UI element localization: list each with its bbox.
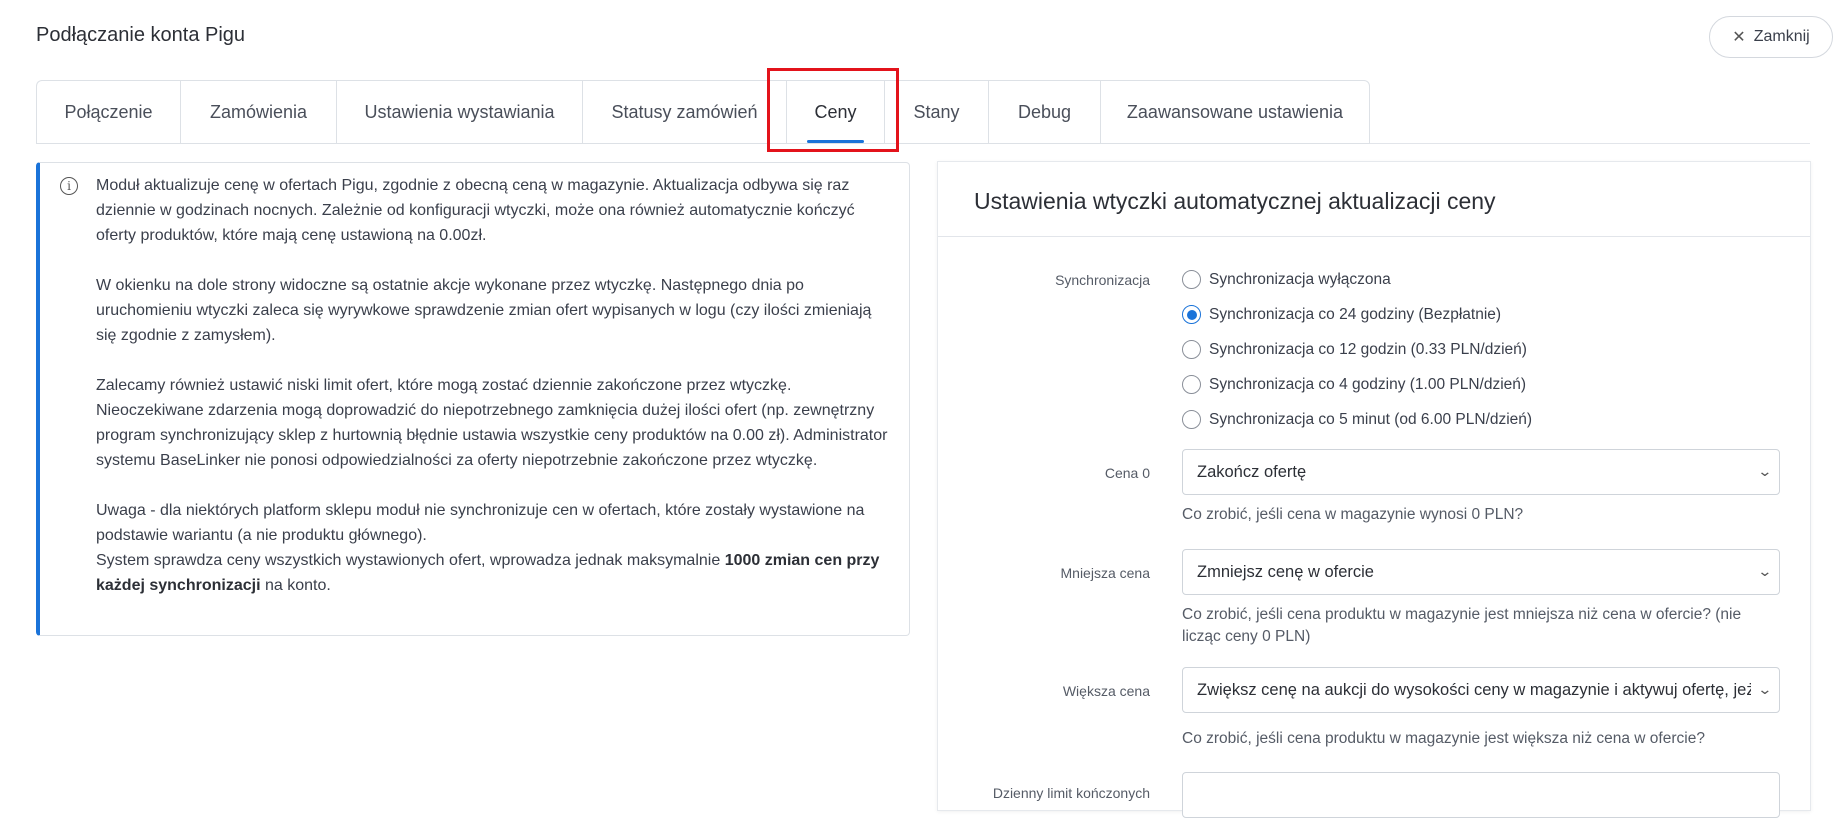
- info-box: i Moduł aktualizuje cenę w ofertach Pigu…: [36, 162, 910, 636]
- chevron-down-icon: ⌄: [1757, 463, 1773, 479]
- tab-debug[interactable]: Debug: [988, 80, 1100, 144]
- settings-title: Ustawienia wtyczki automatycznej aktuali…: [974, 188, 1496, 214]
- chevron-down-icon: ⌄: [1757, 563, 1773, 579]
- tab-ceny[interactable]: Ceny: [786, 80, 884, 144]
- tab-statusy-zamowien[interactable]: Statusy zamówień: [582, 80, 786, 144]
- radio-label: Synchronizacja wyłączona: [1209, 270, 1391, 288]
- lower-price-value: Zmniejsz cenę w ofercie: [1197, 562, 1374, 581]
- settings-divider: [938, 236, 1810, 237]
- radio-sync-5min[interactable]: Synchronizacja co 5 minut (od 6.00 PLN/d…: [1182, 410, 1532, 429]
- info-paragraph: Zalecamy również ustawić niski limit ofe…: [96, 377, 888, 469]
- daily-limit-input[interactable]: [1182, 772, 1780, 818]
- lower-price-select[interactable]: Zmniejsz cenę w ofercie ⌄: [1182, 549, 1780, 595]
- info-limit-pre: System sprawdza ceny wszystkich wystawio…: [96, 552, 725, 569]
- close-button-label: Zamknij: [1753, 28, 1810, 45]
- lower-price-label: Mniejsza cena: [1060, 565, 1151, 581]
- tab-label: Debug: [1017, 101, 1072, 122]
- radio-label: Synchronizacja co 4 godziny (1.00 PLN/dz…: [1209, 375, 1527, 393]
- tab-stany[interactable]: Stany: [884, 80, 988, 144]
- daily-limit-label: Dzienny limit kończonych: [992, 785, 1150, 801]
- page-title: Podłączanie konta Pigu: [36, 24, 246, 46]
- settings-panel: Ustawienia wtyczki automatycznej aktuali…: [937, 161, 1811, 818]
- tab-label: Zaawansowane ustawienia: [1126, 101, 1344, 122]
- info-note: Uwaga - dla niektórych platform sklepu m…: [96, 502, 865, 544]
- higher-price-value: Zwiększ cenę na aukcji do wysokości ceny…: [1197, 680, 1751, 699]
- info-paragraph: Uwaga - dla niektórych platform sklepu m…: [96, 498, 896, 598]
- tab-bar: Połączenie Zamówienia Ustawienia wystawi…: [36, 80, 1370, 144]
- info-limit-post: na konto.: [260, 577, 331, 594]
- lower-price-help: Co zrobić, jeśli cena produktu w magazyn…: [1182, 606, 1742, 645]
- radio-sync-24h[interactable]: Synchronizacja co 24 godziny (Bezpłatnie…: [1182, 305, 1501, 324]
- price0-select[interactable]: Zakończ ofertę ⌄: [1182, 449, 1780, 495]
- radio-label: Synchronizacja co 12 godzin (0.33 PLN/dz…: [1209, 340, 1527, 358]
- info-paragraph: W okienku na dole strony widoczne są ost…: [96, 277, 872, 344]
- tab-label: Stany: [913, 101, 960, 122]
- tab-label: Ustawienia wystawiania: [364, 101, 555, 122]
- tab-polaczenie[interactable]: Połączenie: [36, 80, 180, 144]
- radio-button[interactable]: [1182, 375, 1201, 394]
- radio-button[interactable]: [1182, 305, 1201, 324]
- info-icon: i: [60, 177, 78, 195]
- info-text: Moduł aktualizuje cenę w ofertach Pigu, …: [96, 173, 896, 598]
- radio-button[interactable]: [1182, 410, 1201, 429]
- close-button[interactable]: ✕ Zamknij: [1709, 16, 1833, 58]
- higher-price-label: Większa cena: [1062, 683, 1150, 699]
- tab-label: Statusy zamówień: [611, 101, 758, 122]
- tab-ustawienia-wystawiania[interactable]: Ustawienia wystawiania: [336, 80, 582, 144]
- tab-zaawansowane-ustawienia[interactable]: Zaawansowane ustawienia: [1100, 80, 1370, 144]
- tab-zamowienia[interactable]: Zamówienia: [180, 80, 336, 144]
- price0-value: Zakończ ofertę: [1197, 462, 1307, 481]
- tab-label: Połączenie: [64, 101, 153, 122]
- tab-label: Ceny: [814, 101, 857, 122]
- info-paragraph: Moduł aktualizuje cenę w ofertach Pigu, …: [96, 177, 855, 244]
- close-icon: ✕: [1732, 29, 1746, 46]
- radio-label: Synchronizacja co 24 godziny (Bezpłatnie…: [1209, 305, 1502, 323]
- sync-label: Synchronizacja: [1055, 272, 1150, 288]
- higher-price-select[interactable]: Zwiększ cenę na aukcji do wysokości ceny…: [1182, 667, 1780, 713]
- chevron-down-icon: ⌄: [1757, 681, 1773, 697]
- radio-sync-off[interactable]: Synchronizacja wyłączona: [1182, 270, 1391, 289]
- tab-label: Zamówienia: [209, 101, 308, 122]
- radio-button[interactable]: [1182, 270, 1201, 289]
- radio-button[interactable]: [1182, 340, 1201, 359]
- radio-sync-4h[interactable]: Synchronizacja co 4 godziny (1.00 PLN/dz…: [1182, 375, 1526, 394]
- higher-price-help: Co zrobić, jeśli cena produktu w magazyn…: [1182, 730, 1705, 747]
- radio-sync-12h[interactable]: Synchronizacja co 12 godzin (0.33 PLN/dz…: [1182, 340, 1527, 359]
- price0-label: Cena 0: [1104, 465, 1150, 481]
- radio-label: Synchronizacja co 5 minut (od 6.00 PLN/d…: [1209, 410, 1533, 428]
- price0-help: Co zrobić, jeśli cena w magazynie wynosi…: [1182, 506, 1524, 523]
